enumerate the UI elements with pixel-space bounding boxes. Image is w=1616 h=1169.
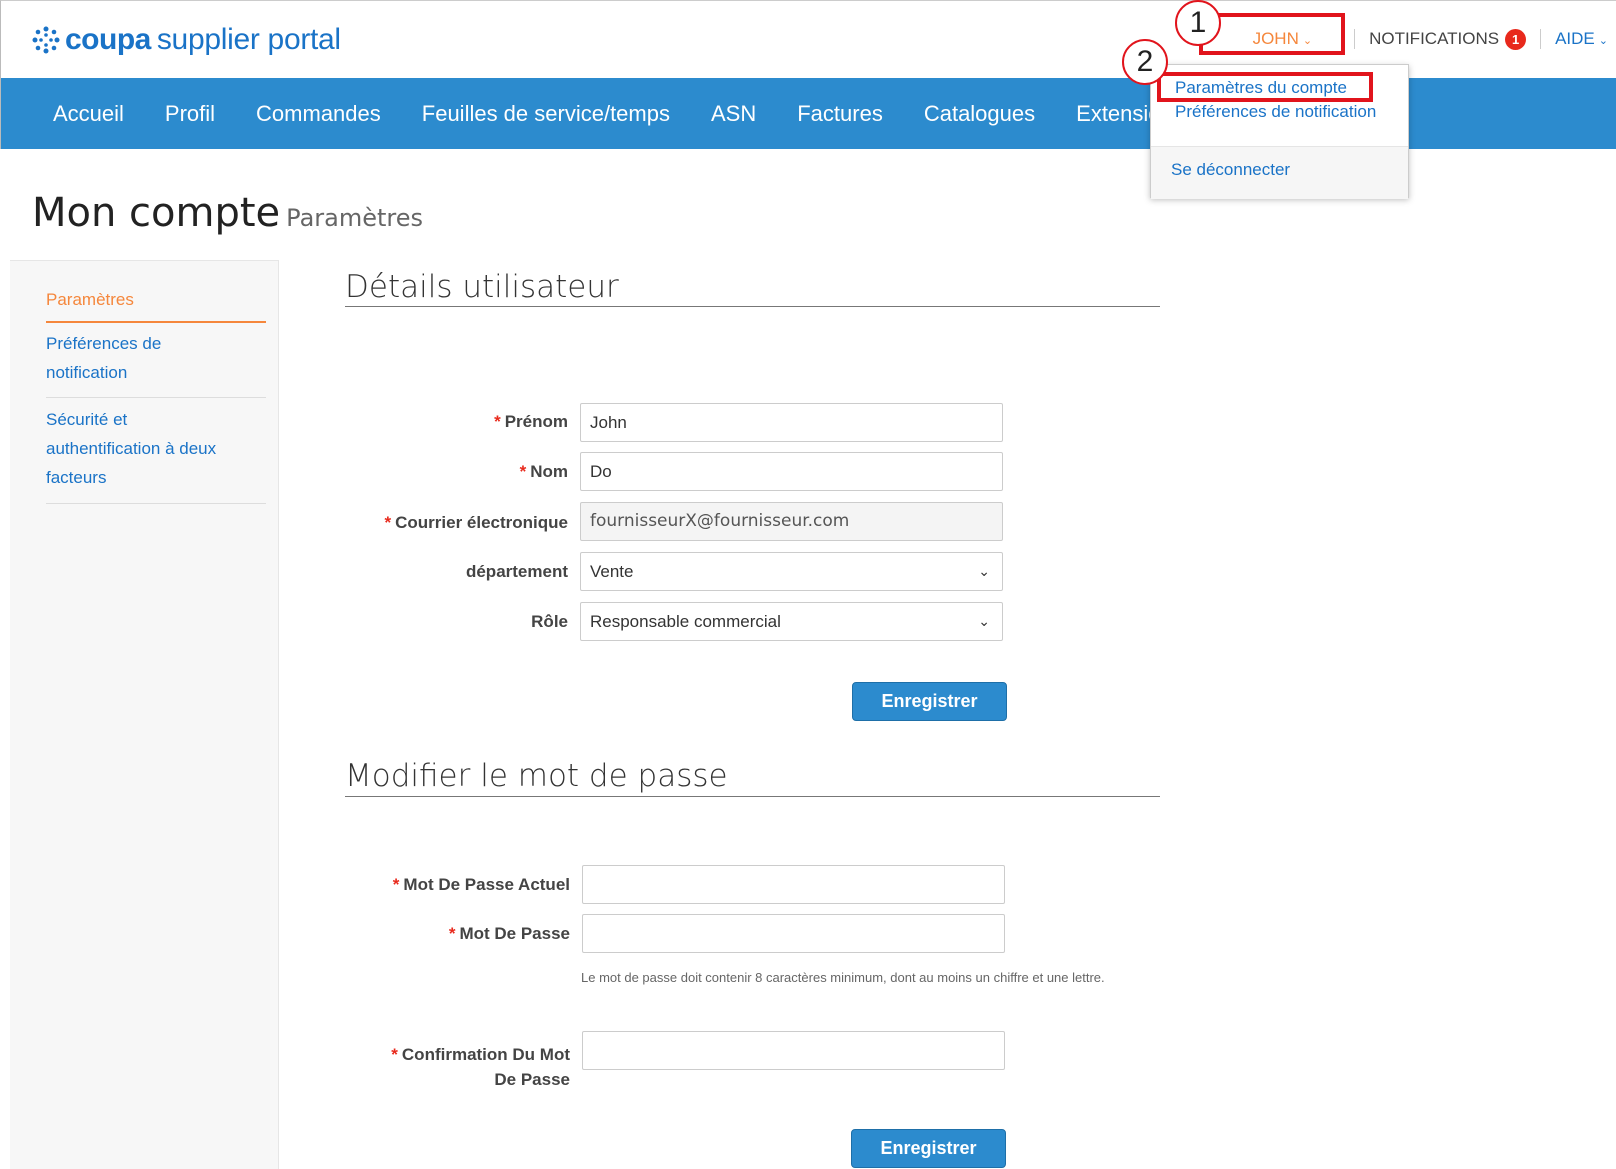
sidebar-item-parametres[interactable]: Paramètres (46, 285, 256, 314)
required-marker: * (494, 412, 501, 431)
last-name-label: * Nom (519, 462, 568, 481)
change-password-title: Modifier le mot de passe (345, 758, 728, 794)
role-selected-value: Responsable commercial (590, 612, 781, 631)
account-sidebar: Paramètres Préférences de notification S… (10, 260, 279, 1169)
nav-item-commandes[interactable]: Commandes (256, 101, 381, 127)
coupa-logo-icon (32, 26, 60, 54)
annotation-step-1: 1 (1175, 0, 1221, 46)
current-password-input[interactable] (582, 865, 1005, 904)
email-field: fournisseurX@fournisseur.com (580, 502, 1003, 541)
page-title: Mon compte Paramètres (32, 190, 423, 236)
page-subtitle: Paramètres (286, 204, 424, 232)
section-rule (345, 796, 1160, 797)
save-password-button[interactable]: Enregistrer (851, 1129, 1006, 1168)
page-title-text: Mon compte (32, 190, 281, 236)
section-rule (345, 306, 1160, 307)
required-marker: * (384, 513, 392, 532)
help-menu-toggle[interactable]: AIDE ⌄ (1555, 29, 1608, 49)
department-select[interactable]: Vente ⌄ (580, 552, 1003, 591)
password-hint: Le mot de passe doit contenir 8 caractèr… (581, 970, 1105, 985)
chevron-down-icon: ⌄ (1598, 35, 1608, 47)
required-marker: * (391, 1045, 398, 1064)
sidebar-divider (46, 503, 266, 504)
nav-item-factures[interactable]: Factures (797, 101, 883, 127)
current-password-label: * Mot De Passe Actuel (392, 875, 570, 894)
header-separator (1354, 29, 1356, 49)
confirm-password-input[interactable] (582, 1031, 1005, 1070)
sidebar-item-security[interactable]: Sécurité et authentification à deux fact… (46, 405, 246, 492)
chevron-down-icon: ⌄ (978, 613, 990, 629)
annotation-box-1 (1199, 13, 1345, 55)
first-name-input[interactable]: John (580, 403, 1003, 442)
nav-item-accueil[interactable]: Accueil (53, 101, 124, 127)
nav-item-feuilles[interactable]: Feuilles de service/temps (422, 101, 670, 127)
annotation-step-2: 2 (1122, 39, 1168, 85)
help-label: AIDE (1555, 29, 1595, 48)
required-marker: * (448, 924, 456, 943)
email-label: * Courrier électronique (384, 513, 569, 532)
sidebar-active-underline (46, 321, 266, 323)
logo-brand-text: coupa (65, 23, 151, 56)
nav-item-catalogues[interactable]: Catalogues (924, 101, 1035, 127)
confirm-password-label: * Confirmation Du Mot De Passe (391, 1045, 570, 1089)
nav-item-profil[interactable]: Profil (165, 101, 215, 127)
annotation-box-2 (1157, 72, 1373, 102)
role-label: Rôle (531, 612, 568, 631)
last-name-input[interactable]: Do (580, 452, 1003, 491)
nav-item-asn[interactable]: ASN (711, 101, 756, 127)
required-marker: * (519, 462, 527, 481)
notifications-link[interactable]: NOTIFICATIONS 1 (1369, 28, 1527, 50)
notifications-count-badge: 1 (1505, 28, 1527, 50)
menu-item-logout[interactable]: Se déconnecter (1171, 160, 1290, 180)
role-select[interactable]: Responsable commercial ⌄ (580, 602, 1003, 641)
new-password-label: * Mot De Passe (448, 924, 570, 943)
department-label: département (465, 562, 568, 581)
user-details-title: Détails utilisateur (345, 269, 619, 305)
first-name-label: * Prénom (494, 412, 568, 431)
sidebar-item-notification-prefs[interactable]: Préférences de notification (46, 329, 186, 387)
notifications-label: NOTIFICATIONS (1369, 29, 1500, 48)
save-user-details-button[interactable]: Enregistrer (852, 682, 1007, 721)
department-selected-value: Vente (590, 562, 634, 581)
new-password-input[interactable] (582, 914, 1005, 953)
logo-portal-text: supplier portal (156, 23, 341, 56)
header-separator (1540, 29, 1542, 49)
sidebar-divider (46, 397, 266, 398)
chevron-down-icon: ⌄ (978, 563, 990, 579)
coupa-logo[interactable]: coupa supplier portal (31, 23, 341, 57)
menu-item-notification-prefs[interactable]: Préférences de notification (1175, 102, 1376, 122)
required-marker: * (392, 875, 400, 894)
